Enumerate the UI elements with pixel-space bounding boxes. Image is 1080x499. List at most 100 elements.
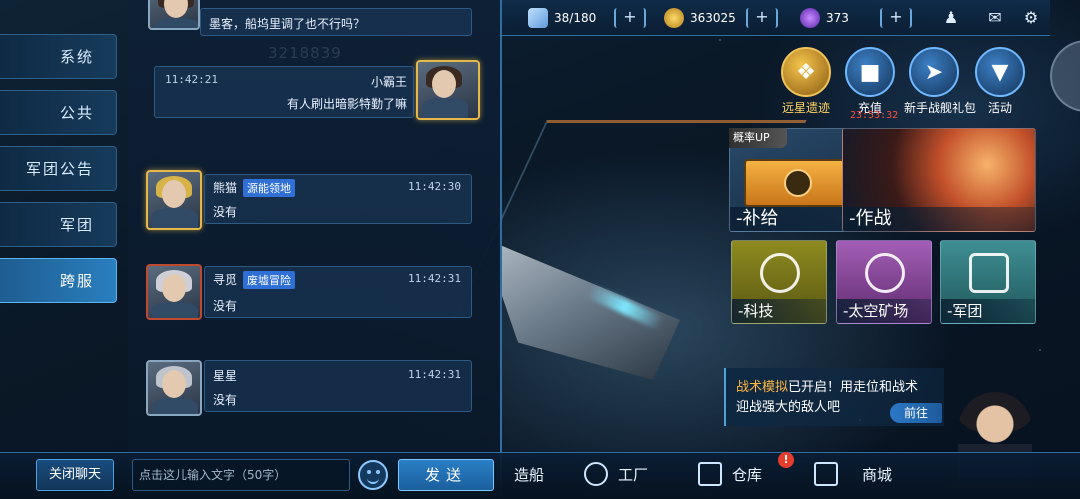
menu-warehouse[interactable]: 仓库 bbox=[698, 459, 762, 489]
sender-name: 小霸王 bbox=[370, 75, 407, 89]
space-mine-card[interactable]: -太空矿场 bbox=[836, 240, 932, 324]
chat-channel-nav: 系统 公共 军团公告 军团 跨服 bbox=[0, 0, 128, 499]
mail-icon[interactable]: ✉ bbox=[984, 8, 1006, 28]
event-activity[interactable]: ▼ 活动 bbox=[970, 47, 1030, 116]
chat-message: 11:42:21 小霸王 有人刷出暗影特勤了嘛 bbox=[154, 66, 414, 118]
planet-drill-icon bbox=[865, 253, 905, 293]
avatar[interactable] bbox=[146, 264, 202, 320]
event-recharge[interactable]: ■ 充值 bbox=[840, 47, 900, 116]
chat-input[interactable] bbox=[132, 459, 350, 491]
event-label: 远星遗迹 bbox=[781, 101, 830, 115]
message-text: 没有 bbox=[213, 205, 238, 219]
message-text: 没有 bbox=[213, 299, 238, 313]
mine-label: -太空矿场 bbox=[837, 299, 931, 323]
chat-message: 寻觅 废墟冒险 11:42:31 没有 bbox=[204, 266, 472, 318]
avatar[interactable] bbox=[148, 0, 200, 30]
event-remote-ruins[interactable]: ❖ 远星遗迹 bbox=[776, 47, 836, 116]
energy-resource: 38/180 bbox=[528, 6, 596, 30]
tactical-sim-notice: 战术模拟已开启！用走位和战术 迎战强大的敌人吧 前往 bbox=[724, 368, 944, 426]
event-label: 活动 bbox=[987, 101, 1012, 115]
legion-emblem-icon bbox=[969, 253, 1009, 293]
close-chat-button[interactable]: 关闭聊天 bbox=[36, 459, 114, 491]
message-text: 墨客，船坞里调了也不行吗？ bbox=[209, 17, 366, 31]
menu-shop[interactable]: 商城 bbox=[814, 459, 892, 489]
warehouse-alert-badge: ! bbox=[778, 452, 794, 468]
sender-name: 熊猫 bbox=[213, 181, 238, 195]
add-gold-button[interactable]: + bbox=[746, 8, 778, 28]
sender-name: 星星 bbox=[213, 369, 238, 383]
supply-chest-icon bbox=[744, 159, 848, 207]
message-text: 有人刷出暗影特勤了嘛 bbox=[286, 97, 407, 111]
crystal-value: 373 bbox=[826, 11, 849, 25]
avatar[interactable] bbox=[146, 360, 202, 416]
battle-label: -作战 bbox=[843, 207, 1035, 231]
goto-button[interactable]: 前往 bbox=[890, 403, 942, 423]
chat-message: 墨客，船坞里调了也不行吗？ bbox=[200, 8, 472, 36]
channel-tab-legion[interactable]: 军团 bbox=[0, 202, 117, 247]
avatar-face bbox=[162, 180, 186, 208]
add-crystal-button[interactable]: + bbox=[880, 8, 912, 28]
legion-label: -军团 bbox=[941, 299, 1035, 323]
energy-value: 38/180 bbox=[554, 11, 597, 25]
avatar-body bbox=[152, 302, 198, 318]
shipbuild-label: 造船 bbox=[514, 465, 545, 484]
notice-line-1-rest: 已开启！用走位和战术 bbox=[788, 380, 919, 395]
gold-value: 363025 bbox=[690, 11, 736, 25]
channel-tab-cross-server[interactable]: 跨服 bbox=[0, 258, 117, 303]
message-time: 11:42:30 bbox=[408, 180, 461, 193]
message-text: 没有 bbox=[213, 393, 238, 407]
event-label: 新手战舰礼包 bbox=[904, 101, 977, 115]
avatar-body bbox=[154, 18, 198, 28]
warehouse-label: 仓库 bbox=[732, 465, 763, 484]
avatar-body bbox=[422, 98, 468, 118]
warehouse-icon bbox=[698, 462, 722, 486]
avatar-body bbox=[152, 398, 198, 414]
ship-icon: ➤ bbox=[909, 47, 959, 97]
emoji-icon[interactable] bbox=[358, 460, 388, 490]
friends-icon[interactable]: ♟ bbox=[940, 8, 962, 28]
recharge-countdown: 23:53:32 bbox=[850, 110, 899, 121]
settings-gear-icon[interactable]: ⚙ bbox=[1020, 8, 1042, 28]
factory-icon bbox=[584, 462, 608, 486]
add-energy-button[interactable]: + bbox=[614, 8, 646, 28]
badge-icon: ❖ bbox=[781, 47, 831, 97]
tech-card[interactable]: -科技 bbox=[731, 240, 827, 324]
crystal-icon bbox=[800, 8, 820, 28]
activity-icon: ▼ bbox=[975, 47, 1025, 97]
shop-label: 商城 bbox=[862, 465, 893, 484]
chat-message: 熊猫 源能领地 11:42:30 没有 bbox=[204, 174, 472, 224]
send-button[interactable]: 发送 bbox=[398, 459, 494, 491]
chat-message: 星星 11:42:31 没有 bbox=[204, 360, 472, 412]
channel-tab-legion-notice[interactable]: 军团公告 bbox=[0, 146, 117, 191]
notice-line-2: 迎战强大的敌人吧 bbox=[736, 400, 841, 415]
menu-shipbuild[interactable]: 造船 bbox=[514, 459, 544, 489]
sender-name: 寻觅 bbox=[213, 273, 238, 287]
blurred-player-id: 3218839 bbox=[268, 44, 342, 62]
event-newbie-ship-pack[interactable]: ➤ 新手战舰礼包 bbox=[904, 47, 977, 116]
gold-resource: 363025 bbox=[664, 6, 736, 30]
tech-label: -科技 bbox=[732, 299, 826, 323]
avatar-face bbox=[432, 70, 456, 98]
channel-tab-system[interactable]: 系统 bbox=[0, 34, 117, 79]
legion-card[interactable]: -军团 bbox=[940, 240, 1036, 324]
avatar-body bbox=[152, 208, 198, 228]
message-time: 11:42:21 bbox=[165, 73, 218, 86]
player-title-tag: 废墟冒险 bbox=[243, 271, 295, 289]
notice-highlight: 战术模拟 bbox=[736, 380, 789, 395]
notice-line-1: 战术模拟已开启！用走位和战术 bbox=[736, 376, 918, 395]
probability-up-badge: 概率UP bbox=[729, 128, 787, 148]
avatar[interactable] bbox=[416, 60, 480, 120]
avatar-face bbox=[162, 274, 186, 302]
avatar-face bbox=[162, 370, 186, 398]
menu-factory[interactable]: 工厂 bbox=[584, 459, 648, 489]
coin-icon bbox=[664, 8, 684, 28]
avatar[interactable] bbox=[146, 170, 202, 230]
message-time: 11:42:31 bbox=[408, 272, 461, 285]
player-title-tag: 源能领地 bbox=[243, 179, 295, 197]
message-time: 11:42:31 bbox=[408, 368, 461, 381]
battle-card[interactable]: -作战 bbox=[842, 128, 1036, 232]
cubes-icon bbox=[528, 8, 548, 28]
shop-icon bbox=[814, 462, 838, 486]
atom-icon bbox=[760, 253, 800, 293]
channel-tab-public[interactable]: 公共 bbox=[0, 90, 117, 135]
